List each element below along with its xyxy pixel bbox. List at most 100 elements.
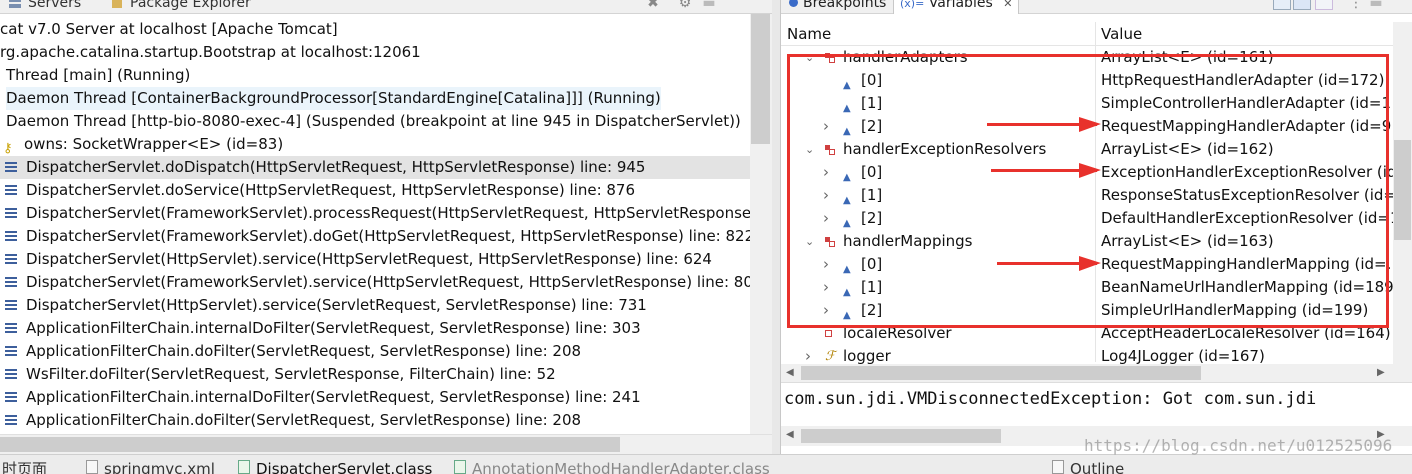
tab-package-explorer[interactable]: Package Explorer	[104, 0, 251, 14]
variable-row[interactable]: ⌄ handlerExceptionResolvers ArrayList<E> (…	[781, 138, 1393, 161]
debug-view: Servers Package Explorer ✖ ⚙ ▬ cat v7.0 …	[0, 0, 772, 454]
tab-dispatcherservlet-class-label: DispatcherServlet.class	[256, 460, 433, 474]
variable-value: ResponseStatusExceptionResolver (id=	[1101, 186, 1393, 204]
debug-tree-row[interactable]: Daemon Thread [http-bio-8080-exec-4] (Su…	[0, 110, 750, 133]
variables-horizontal-scroll-thumb[interactable]	[801, 366, 1201, 380]
collapse-all-icon[interactable]	[1315, 0, 1333, 10]
tab-servers[interactable]: Servers	[2, 0, 81, 14]
class-file-icon	[454, 460, 466, 474]
debug-tree-row[interactable]: ApplicationFilterChain.doFilter(ServletR…	[0, 340, 750, 363]
variable-row[interactable]: ⌄ handlerAdapters ArrayList<E> (id=161)	[781, 46, 1393, 69]
tab-breakpoints[interactable]: Breakpoints	[787, 0, 886, 14]
tab-outline[interactable]: Outline	[1070, 459, 1124, 474]
debug-tree-row[interactable]: ⚷ owns: SocketWrapper<E> (id=83)	[0, 133, 750, 156]
scroll-left-icon[interactable]: ◀	[786, 426, 794, 444]
detail-horizontal-scrollbar[interactable]: ◀ ▶	[781, 426, 1412, 446]
stack-frame-icon	[5, 254, 17, 265]
debug-tree-row[interactable]: ApplicationFilterChain.doFilter(ServletR…	[0, 409, 750, 432]
detail-horizontal-scroll-thumb[interactable]	[801, 429, 1001, 443]
scroll-right-icon[interactable]: ▶	[1377, 426, 1385, 444]
variable-row[interactable]: › ▲ [0] ExceptionHandlerExceptionResolver (…	[781, 161, 1393, 184]
scroll-right-icon[interactable]: ▶	[1377, 364, 1385, 382]
variable-row[interactable]: ▲ [1] SimpleControllerHandlerAdapter (id=1	[781, 92, 1393, 115]
tab-dispatcherservlet-class[interactable]: DispatcherServlet.class	[256, 459, 432, 474]
debug-tree-row[interactable]: ApplicationFilterChain.internalDoFilter(…	[0, 386, 750, 409]
variable-value: ArrayList<E> (id=161)	[1101, 48, 1274, 66]
outline-icon	[1052, 460, 1064, 474]
variables-vertical-scroll-thumb[interactable]	[1394, 140, 1411, 240]
variables-horizontal-scrollbar[interactable]: ◀ ▶	[781, 364, 1412, 382]
debug-tree-row[interactable]: DispatcherServlet.doDispatch(HttpServlet…	[0, 156, 750, 179]
chevron-right-icon[interactable]: ›	[823, 161, 829, 184]
debug-tree-row[interactable]: DispatcherServlet(FrameworkServlet).doGe…	[0, 225, 750, 248]
debug-tree-row[interactable]: DispatcherServlet(HttpServlet).service(H…	[0, 248, 750, 271]
debug-tree-row[interactable]: rg.apache.catalina.startup.Bootstrap at …	[0, 41, 750, 64]
tab-annotationmethodhandleradapter-class[interactable]: AnnotationMethodHandlerAdapter.class	[472, 459, 770, 474]
debug-tree-row[interactable]: DispatcherServlet(FrameworkServlet).proc…	[0, 202, 750, 225]
left-horizontal-scroll-thumb[interactable]	[0, 437, 620, 452]
remove-terminated-icon[interactable]: ✖	[644, 0, 662, 12]
chevron-right-icon[interactable]: ›	[823, 207, 829, 230]
debug-tree-row[interactable]: DispatcherServlet.doService(HttpServletR…	[0, 179, 750, 202]
chevron-right-icon[interactable]: ›	[823, 299, 829, 322]
variable-row[interactable]: localeResolver AcceptHeaderLocaleResolver…	[781, 322, 1393, 345]
left-horizontal-scrollbar[interactable]	[0, 434, 772, 454]
variable-row[interactable]: ⌄ handlerMappings ArrayList<E> (id=163)	[781, 230, 1393, 253]
variable-name: [0]	[861, 255, 883, 273]
variable-row[interactable]: › ▲ [1] BeanNameUrlHandlerMapping (id=189)	[781, 276, 1393, 299]
debug-tree-row-label: Daemon Thread [ContainerBackgroundProces…	[6, 87, 661, 110]
chevron-right-icon[interactable]: ›	[823, 276, 829, 299]
show-type-names-icon[interactable]	[1273, 0, 1291, 10]
variable-name: [1]	[861, 186, 883, 204]
variable-row[interactable]: › ▲ [2] DefaultHandlerExceptionResolver (id…	[781, 207, 1393, 230]
variables-vertical-scrollbar[interactable]	[1393, 22, 1412, 364]
scroll-left-icon[interactable]: ◀	[786, 364, 794, 382]
debug-tree-row[interactable]: ApplicationFilterChain.internalDoFilter(…	[0, 317, 750, 340]
debug-tree-row-label: DispatcherServlet.doService(HttpServletR…	[26, 181, 636, 199]
column-value[interactable]: Value	[1101, 22, 1142, 46]
debug-tree-row[interactable]: Thread [main] (Running)	[0, 64, 750, 87]
column-name[interactable]: Name	[787, 22, 831, 46]
debug-tree-row[interactable]: DispatcherServlet(HttpServlet).service(S…	[0, 294, 750, 317]
servers-icon	[9, 0, 21, 8]
debug-tree-row[interactable]: cat v7.0 Server at localhost [Apache Tom…	[0, 18, 750, 41]
debug-tree-row[interactable]: DispatcherServlet(FrameworkServlet).serv…	[0, 271, 750, 294]
show-logical-structure-icon[interactable]	[1293, 0, 1311, 10]
variable-value: DefaultHandlerExceptionResolver (id=1	[1101, 209, 1393, 227]
variable-row[interactable]: › ▲ [2] RequestMappingHandlerAdapter (id=9	[781, 115, 1393, 138]
variable-row[interactable]: ▲ [0] HttpRequestHandlerAdapter (id=172)	[781, 69, 1393, 92]
variable-value: SimpleControllerHandlerAdapter (id=1	[1101, 94, 1391, 112]
debug-tree-row-label: owns: SocketWrapper<E> (id=83)	[24, 135, 284, 153]
variable-value: BeanNameUrlHandlerMapping (id=189)	[1101, 278, 1393, 296]
chevron-right-icon[interactable]: ›	[823, 115, 829, 138]
tab-package-explorer-label: Package Explorer	[130, 0, 251, 11]
tab-variables[interactable]: (x)= Variables ✕	[893, 0, 1020, 14]
view-menu-icon[interactable]: ⚙	[676, 0, 694, 12]
chevron-right-icon[interactable]: ›	[823, 184, 829, 207]
variable-row[interactable]: › ▲ [1] ResponseStatusExceptionResolver (id…	[781, 184, 1393, 207]
chevron-right-icon[interactable]: ›	[805, 345, 811, 364]
view-menu-icon[interactable]: ⋮	[1347, 0, 1365, 12]
variable-row[interactable]: › ▲ [0] RequestMappingHandlerMapping (id=.	[781, 253, 1393, 276]
variable-name: [2]	[861, 301, 883, 319]
minimize-icon[interactable]: ▬	[700, 0, 718, 12]
left-vertical-scroll-thumb[interactable]	[751, 14, 770, 144]
debug-tree-row-label: DispatcherServlet(HttpServlet).service(H…	[26, 250, 712, 268]
chevron-right-icon[interactable]: ›	[823, 253, 829, 276]
minimize-icon[interactable]: ▬	[1367, 0, 1385, 12]
debug-tree-row-label: DispatcherServlet(HttpServlet).service(S…	[26, 296, 647, 314]
variable-row[interactable]: › ▲ [2] SimpleUrlHandlerMapping (id=199)	[781, 299, 1393, 322]
tab-springmvc-xml[interactable]: springmvc.xml	[104, 459, 215, 474]
debug-tree-row[interactable]: WsFilter.doFilter(ServletRequest, Servle…	[0, 363, 750, 386]
view-divider[interactable]	[772, 0, 780, 454]
chevron-down-icon[interactable]: ⌄	[805, 230, 814, 253]
chevron-down-icon[interactable]: ⌄	[805, 46, 814, 69]
variable-row[interactable]: › ℱlogger Log4JLogger (id=167)	[781, 345, 1393, 364]
detail-pane[interactable]: com.sun.jdi.VMDisconnectedException: Got…	[781, 382, 1412, 426]
left-vertical-scrollbar[interactable]	[750, 14, 772, 434]
tab-variables-label: Variables	[928, 0, 993, 11]
tab-page[interactable]: 时页面	[2, 459, 47, 474]
chevron-down-icon[interactable]: ⌄	[805, 138, 814, 161]
debug-tree-row[interactable]: Daemon Thread [ContainerBackgroundProces…	[0, 87, 750, 110]
close-icon[interactable]: ✕	[1003, 0, 1012, 10]
